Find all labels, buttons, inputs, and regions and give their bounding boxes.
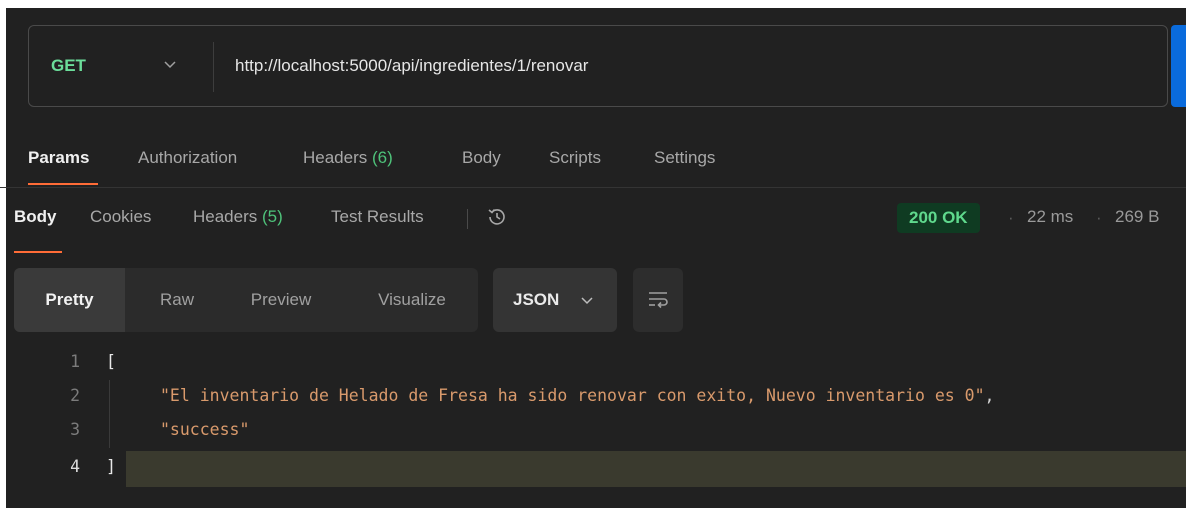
response-tab-body[interactable]: Body [14, 207, 57, 227]
json-string-value: "El inventario de Helado de Fresa ha sid… [160, 386, 985, 405]
response-tab-headers-count: (5) [262, 207, 283, 226]
line-number: 2 [70, 386, 80, 405]
view-pretty-button[interactable]: Pretty [14, 268, 125, 332]
divider [213, 42, 214, 92]
tab-params[interactable]: Params [28, 148, 89, 168]
line-number: 4 [70, 457, 80, 476]
chevron-down-icon[interactable] [164, 56, 176, 72]
indent-guide [109, 380, 110, 414]
divider [0, 187, 1186, 188]
response-size: 269 B [1115, 207, 1160, 226]
tab-headers-label: Headers [303, 148, 368, 167]
chevron-down-icon [581, 268, 593, 332]
request-tabs: Params Authorization Headers (6) Body Sc… [0, 140, 1186, 180]
separator-dot: · [1096, 208, 1102, 227]
response-tab-headers-label: Headers [193, 207, 258, 226]
open-bracket: [ [106, 352, 116, 371]
tab-headers[interactable]: Headers (6) [303, 148, 393, 168]
tab-authorization[interactable]: Authorization [138, 148, 237, 168]
history-icon[interactable] [485, 205, 509, 234]
divider [467, 209, 468, 229]
view-mode-bar: Pretty Raw Preview Visualize [14, 268, 478, 332]
tab-scripts[interactable]: Scripts [549, 148, 601, 168]
close-bracket: ] [106, 457, 116, 476]
separator-dot: · [1008, 208, 1014, 227]
line-number: 1 [70, 352, 80, 371]
response-tab-headers[interactable]: Headers (5) [193, 207, 283, 227]
tab-body[interactable]: Body [462, 148, 501, 168]
window-edge-top [0, 0, 1186, 8]
active-tab-indicator [14, 251, 62, 253]
format-label: JSON [513, 290, 560, 309]
code-line: 3 "success" [0, 414, 1186, 448]
indent-guide [109, 414, 110, 448]
tab-settings[interactable]: Settings [654, 148, 715, 168]
json-string: "success" [160, 420, 250, 439]
code-line: 2 "El inventario de Helado de Fresa ha s… [0, 380, 1186, 414]
code-line: 1 [ [0, 346, 1186, 380]
request-bar: GET http://localhost:5000/api/ingredient… [28, 25, 1168, 107]
line-number: 3 [70, 420, 80, 439]
window-edge-bottom [0, 508, 1186, 514]
format-select[interactable]: JSON [493, 268, 617, 332]
send-button[interactable] [1171, 25, 1186, 107]
view-raw-button[interactable]: Raw [132, 268, 222, 332]
url-input[interactable]: http://localhost:5000/api/ingredientes/1… [235, 56, 588, 76]
response-tab-test-results[interactable]: Test Results [331, 207, 424, 227]
code-line: 4 ] [0, 451, 1186, 485]
wrap-lines-icon [647, 289, 669, 316]
method-select[interactable]: GET [51, 56, 86, 76]
tab-headers-count: (6) [372, 148, 393, 167]
view-visualize-button[interactable]: Visualize [351, 268, 473, 332]
active-tab-indicator [28, 183, 98, 185]
wrap-lines-button[interactable] [633, 268, 683, 332]
view-preview-button[interactable]: Preview [222, 268, 340, 332]
response-time: 22 ms [1027, 207, 1074, 226]
json-string: "El inventario de Helado de Fresa ha sid… [160, 386, 994, 405]
status-badge: 200 OK [897, 203, 980, 233]
json-comma: , [984, 386, 995, 405]
response-tab-cookies[interactable]: Cookies [90, 207, 151, 227]
